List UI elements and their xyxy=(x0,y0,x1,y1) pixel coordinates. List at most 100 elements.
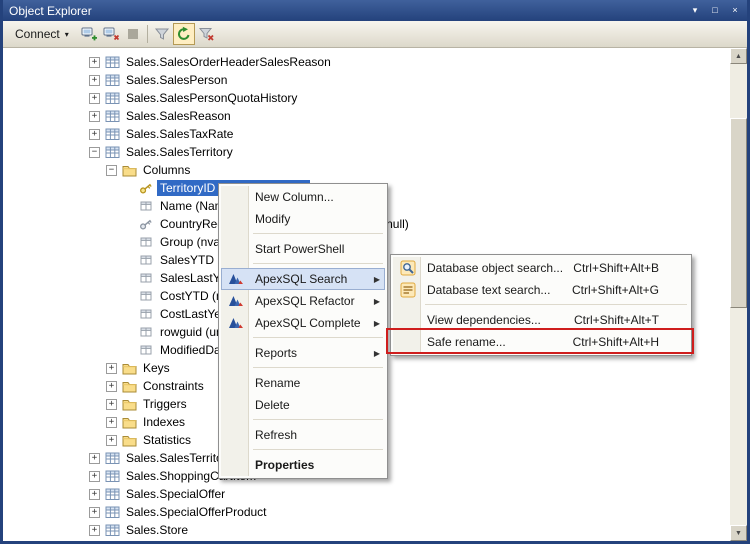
connect-icon[interactable] xyxy=(78,23,100,45)
tree-row[interactable]: + Sales.SpecialOfferProduct xyxy=(3,503,730,521)
expand-icon[interactable]: + xyxy=(89,524,100,536)
object-search-icon xyxy=(400,260,416,276)
table-icon xyxy=(104,486,120,502)
expand-icon[interactable]: + xyxy=(89,470,100,482)
menu-item-apexsql-search[interactable]: ApexSQL Search ▶ xyxy=(221,268,385,290)
titlebar[interactable]: Object Explorer ▾ □ × xyxy=(3,0,747,21)
expand-icon[interactable]: + xyxy=(89,92,100,104)
expand-icon[interactable]: + xyxy=(89,452,100,464)
table-icon xyxy=(104,90,120,106)
tree-row-label: Sales.SalesOrderHeaderSalesReason xyxy=(126,55,331,69)
refresh-icon[interactable] xyxy=(172,23,195,45)
tree-row-label: Sales.Store xyxy=(126,523,189,537)
vertical-scrollbar[interactable]: ▲ ▼ xyxy=(730,48,747,541)
tree-row-label: Columns xyxy=(143,163,191,177)
menu-item-label: ApexSQL Complete xyxy=(255,316,361,330)
stop-icon[interactable] xyxy=(122,23,144,45)
expand-icon[interactable]: + xyxy=(106,362,117,374)
menu-separator xyxy=(253,337,383,338)
expand-icon[interactable]: + xyxy=(89,488,100,500)
menu-item-shortcut: Ctrl+Shift+Alt+G xyxy=(571,283,659,297)
tree-row[interactable]: + Sales.SalesOrderHeaderSalesReason xyxy=(3,53,730,71)
tree-row[interactable]: + Sales.SpecialOffer xyxy=(3,485,730,503)
window-menu-icon[interactable]: ▾ xyxy=(687,4,703,18)
menu-item-label: Start PowerShell xyxy=(255,242,345,256)
menu-item-refresh[interactable]: Refresh xyxy=(221,424,385,446)
menu-item-label: Refresh xyxy=(255,428,298,442)
scrollbar-thumb[interactable] xyxy=(730,118,747,308)
clear-filter-icon[interactable] xyxy=(195,23,217,45)
menu-item-database-text-search[interactable]: Database text search... Ctrl+Shift+Alt+G xyxy=(393,279,689,301)
menu-item-apexsql-complete[interactable]: ApexSQL Complete ▶ xyxy=(221,312,385,334)
disconnect-icon[interactable] xyxy=(100,23,122,45)
tree-row-label: Sales.SalesReason xyxy=(126,109,231,123)
menu-item-label: Delete xyxy=(255,398,290,412)
tree-row-label: Sales.SpecialOffer xyxy=(126,487,226,501)
tree-row[interactable]: + Sales.Store xyxy=(3,521,730,539)
expand-icon[interactable]: + xyxy=(106,434,117,446)
menu-separator xyxy=(253,367,383,368)
tree-row[interactable]: + Sales.SalesReason xyxy=(3,107,730,125)
maximize-icon[interactable]: □ xyxy=(707,4,723,18)
scroll-up-button[interactable]: ▲ xyxy=(730,48,747,64)
tree-row[interactable]: + Sales.SalesPersonQuotaHistory xyxy=(3,89,730,107)
expand-icon[interactable]: + xyxy=(89,506,100,518)
menu-item-delete[interactable]: Delete xyxy=(221,394,385,416)
table-icon xyxy=(104,108,120,124)
folder-icon xyxy=(121,432,137,448)
column-icon xyxy=(138,324,154,340)
folder-icon xyxy=(121,396,137,412)
column-icon xyxy=(138,306,154,322)
expand-icon[interactable]: + xyxy=(89,74,100,86)
folder-icon xyxy=(121,360,137,376)
menu-item-label: Database object search... xyxy=(427,261,564,275)
expand-icon[interactable]: + xyxy=(89,110,100,122)
menu-separator xyxy=(253,449,383,450)
menu-item-label: Modify xyxy=(255,212,291,226)
menu-item-modify[interactable]: Modify xyxy=(221,208,385,230)
tree-row[interactable]: − Sales.SalesTerritory xyxy=(3,143,730,161)
menu-item-apexsql-refactor[interactable]: ApexSQL Refactor ▶ xyxy=(221,290,385,312)
tree-row-label: Constraints xyxy=(143,379,204,393)
text-search-icon xyxy=(400,282,416,298)
tree-row-label: Indexes xyxy=(143,415,186,429)
table-icon xyxy=(104,450,120,466)
menu-item-label: View dependencies... xyxy=(427,313,541,327)
column-icon xyxy=(138,252,154,268)
submenu-arrow-icon: ▶ xyxy=(373,348,380,358)
menu-item-label: Reports xyxy=(255,346,298,360)
object-explorer-window: Object Explorer ▾ □ × Connect ▾ + Sales.Sal… xyxy=(0,0,750,544)
folder-icon xyxy=(121,378,137,394)
submenu-arrow-icon: ▶ xyxy=(373,318,380,328)
column-icon xyxy=(138,270,154,286)
collapse-icon[interactable]: − xyxy=(89,146,100,158)
close-icon[interactable]: × xyxy=(727,4,743,18)
menu-item-properties[interactable]: Properties xyxy=(221,454,385,476)
expand-icon[interactable]: + xyxy=(89,56,100,68)
toolbar-icons xyxy=(78,23,217,45)
menu-item-rename[interactable]: Rename xyxy=(221,372,385,394)
menu-item-new-column[interactable]: New Column... xyxy=(221,186,385,208)
tree-row[interactable]: − Columns xyxy=(3,161,730,179)
context-menu: New Column... Modify Start PowerShell ApexS… xyxy=(218,183,388,479)
scroll-down-button[interactable]: ▼ xyxy=(730,525,747,541)
expand-icon[interactable]: + xyxy=(106,398,117,410)
submenu-arrow-icon: ▶ xyxy=(373,274,380,284)
expand-icon[interactable]: + xyxy=(89,128,100,140)
expand-icon[interactable]: + xyxy=(106,380,117,392)
apexsql-icon xyxy=(228,293,244,309)
tree-row[interactable]: + Sales.SalesPerson xyxy=(3,71,730,89)
menu-separator xyxy=(253,233,383,234)
folder-icon xyxy=(121,414,137,430)
tree-row-label: Keys xyxy=(143,361,170,375)
tree-row[interactable]: + Sales.SalesTaxRate xyxy=(3,125,730,143)
menu-item-reports[interactable]: Reports ▶ xyxy=(221,342,385,364)
menu-item-start-powershell[interactable]: Start PowerShell xyxy=(221,238,385,260)
collapse-icon[interactable]: − xyxy=(106,164,117,176)
menu-item-database-object-search[interactable]: Database object search... Ctrl+Shift+Alt+… xyxy=(393,257,689,279)
filter-icon[interactable] xyxy=(151,23,173,45)
expand-icon[interactable]: + xyxy=(106,416,117,428)
menu-item-shortcut: Ctrl+Shift+Alt+T xyxy=(573,313,659,327)
connect-button[interactable]: Connect ▾ xyxy=(7,23,77,45)
titlebar-buttons: ▾ □ × xyxy=(687,4,743,18)
